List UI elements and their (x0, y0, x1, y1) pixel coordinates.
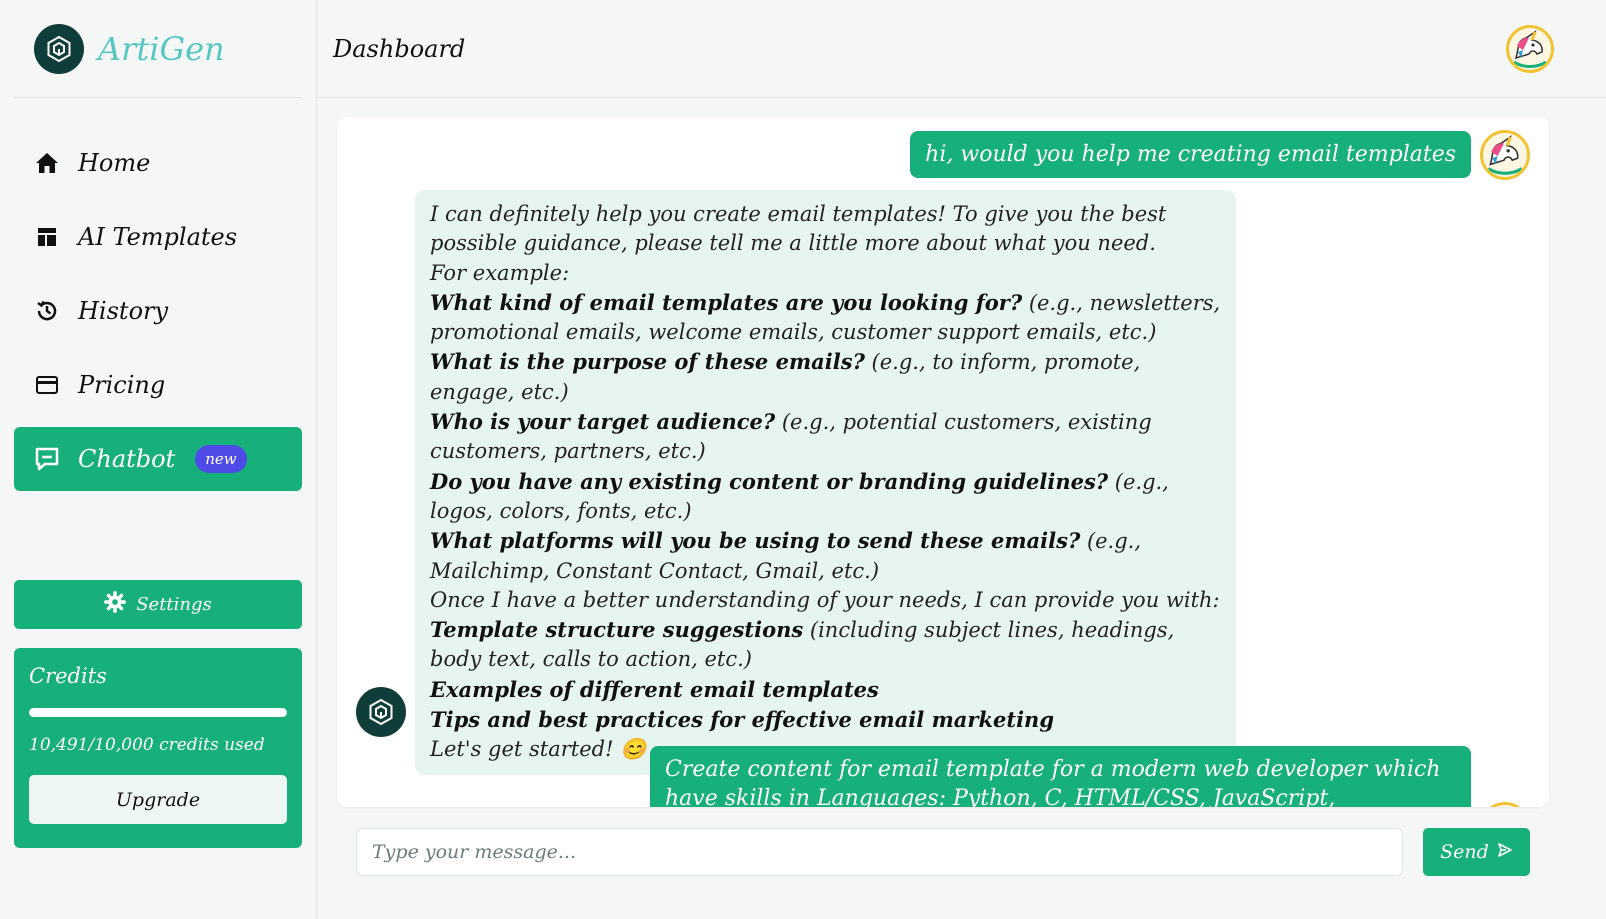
send-label: Send (1440, 841, 1489, 863)
sidebar-item-label: History (78, 297, 169, 325)
sidebar-item-home[interactable]: Home (14, 131, 302, 195)
credit-card-icon (34, 372, 60, 398)
sidebar-item-label: Chatbot (78, 445, 176, 473)
credits-progress-bar (29, 708, 287, 717)
bot-question: Do you have any existing content or bran… (430, 468, 1169, 523)
unicorn-icon (1483, 133, 1527, 177)
sidebar-item-label: AI Templates (78, 223, 238, 251)
send-icon (1497, 841, 1513, 863)
credits-panel: Credits 10,491/10,000 credits used Upgra… (14, 648, 302, 848)
sidebar-item-label: Home (78, 149, 151, 177)
bot-question: What platforms will you be using to send… (430, 528, 1142, 583)
new-badge: new (195, 445, 247, 473)
user-avatar (1480, 130, 1530, 180)
bot-question: What kind of email templates are you loo… (430, 289, 1221, 345)
brand-name: ArtiGen (98, 29, 225, 68)
unicorn-icon (1509, 28, 1551, 70)
bot-once: Once I have a better understanding of yo… (430, 587, 1220, 612)
sidebar-item-chatbot[interactable]: Chatbot new (14, 427, 302, 491)
settings-label: Settings (136, 594, 212, 615)
credits-title: Credits (29, 664, 107, 688)
gear-icon (104, 591, 127, 618)
sidebar: ArtiGen Home AI Templates History Pricin… (0, 0, 317, 919)
user-message: Create content for email template for a … (650, 746, 1471, 807)
page-title: Dashboard (333, 34, 466, 63)
user-message: hi, would you help me creating email tem… (910, 131, 1471, 178)
chat-icon (34, 446, 60, 472)
sidebar-item-ai-templates[interactable]: AI Templates (14, 205, 302, 269)
bot-message: I can definitely help you create email t… (415, 190, 1236, 775)
message-composer: Send (356, 828, 1530, 876)
logo-icon (34, 23, 84, 74)
settings-button[interactable]: Settings (14, 580, 302, 629)
chat-messages[interactable]: hi, would you help me creating email tem… (337, 117, 1549, 807)
logo-icon (369, 698, 393, 726)
bot-avatar (356, 687, 406, 737)
bot-intro: I can definitely help you create email t… (430, 202, 1167, 256)
sidebar-nav: Home AI Templates History Pricing Chatbo… (14, 131, 302, 501)
upgrade-button[interactable]: Upgrade (29, 775, 287, 824)
unicorn-icon (1495, 805, 1515, 807)
credits-used-text: 10,491/10,000 credits used (29, 735, 265, 755)
credits-progress-fill (29, 708, 287, 717)
brand[interactable]: ArtiGen (14, 0, 302, 98)
bot-question: Who is your target audience? (e.g., pote… (430, 409, 1152, 464)
sidebar-item-pricing[interactable]: Pricing (14, 353, 302, 417)
history-icon (34, 298, 60, 324)
avatar[interactable] (1506, 25, 1554, 73)
sidebar-item-history[interactable]: History (14, 279, 302, 343)
home-icon (34, 150, 60, 176)
bot-question: What is the purpose of these emails? (e.… (430, 349, 1141, 404)
message-input[interactable] (356, 828, 1403, 876)
bot-offer: Examples of different email templates (430, 676, 879, 702)
bot-for-example: For example: (430, 260, 570, 285)
templates-icon (34, 224, 60, 250)
bot-offer: Template structure suggestions (includin… (430, 617, 1175, 672)
sidebar-item-label: Pricing (78, 371, 166, 399)
user-avatar (1480, 802, 1530, 807)
bot-offer: Tips and best practices for effective em… (430, 707, 1055, 733)
top-header: Dashboard (318, 0, 1606, 98)
send-button[interactable]: Send (1423, 828, 1530, 876)
